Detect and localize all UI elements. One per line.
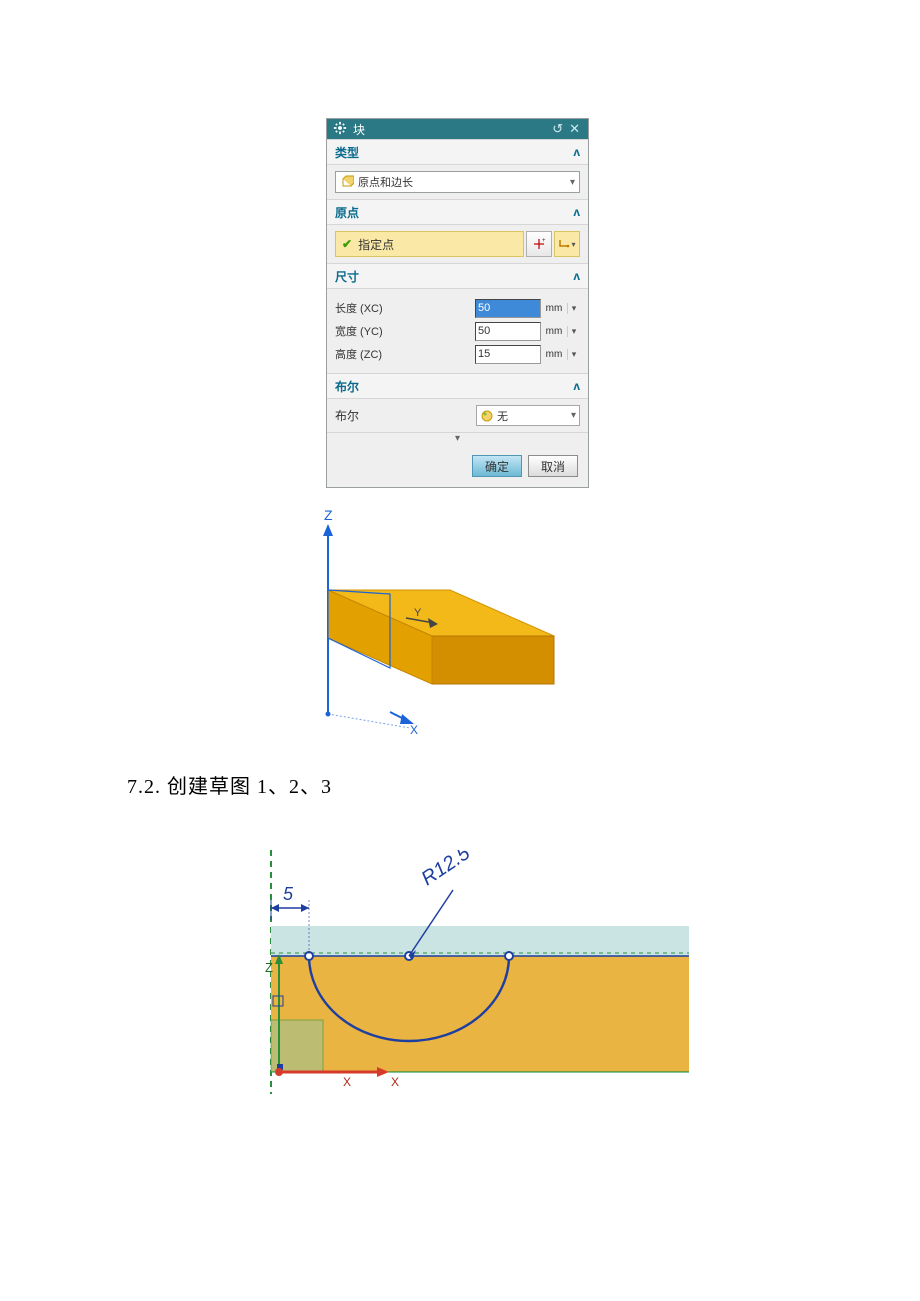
dimension-row: 高度 (ZC) 15 mm ▾	[335, 344, 580, 364]
boolean-value: 无	[497, 408, 571, 424]
radius-dimension: R12.5	[417, 850, 474, 890]
cube-icon	[340, 175, 354, 189]
chevron-up-icon: ʌ	[573, 379, 580, 393]
specify-point-label: 指定点	[358, 236, 394, 253]
type-value: 原点和边长	[358, 174, 570, 190]
dim-length-input[interactable]: 50	[475, 299, 541, 318]
axis-x-label: X	[410, 723, 418, 737]
dimension-row: 长度 (XC) 50 mm ▾	[335, 298, 580, 318]
dim-width-input[interactable]: 50	[475, 322, 541, 341]
section-origin-header[interactable]: 原点 ʌ	[327, 199, 588, 225]
section-boolean-label: 布尔	[335, 378, 359, 395]
section-dims-header[interactable]: 尺寸 ʌ	[327, 263, 588, 289]
dim-width-unit: mm	[541, 326, 567, 337]
chevron-down-icon[interactable]: ▾	[567, 349, 580, 360]
dim-width-label: 宽度 (YC)	[335, 323, 475, 339]
section-boolean-header[interactable]: 布尔 ʌ	[327, 373, 588, 399]
axis-x-label: X	[343, 1075, 351, 1089]
cancel-button[interactable]: 取消	[528, 455, 578, 477]
gear-icon	[333, 121, 349, 137]
dim-height-unit: mm	[541, 349, 567, 360]
specify-point-button[interactable]: ✔ 指定点	[335, 231, 524, 257]
dialog-title: 块	[353, 121, 552, 138]
section-type-header[interactable]: 类型 ʌ	[327, 139, 588, 165]
svg-text:X: X	[391, 1075, 399, 1089]
boolean-dropdown[interactable]: 无 ▾	[476, 405, 580, 426]
chevron-down-icon: ▾	[570, 177, 575, 188]
close-icon[interactable]: ✕	[569, 121, 580, 137]
chevron-up-icon: ʌ	[573, 205, 580, 219]
chevron-down-icon: ▾	[571, 410, 576, 421]
dim-length-label: 长度 (XC)	[335, 300, 475, 316]
none-icon	[480, 409, 494, 423]
chevron-down-icon[interactable]: ▾	[567, 326, 580, 337]
svg-text:+: +	[542, 238, 546, 244]
section-type-label: 类型	[335, 144, 359, 161]
refresh-icon[interactable]: ↺	[552, 121, 563, 137]
linear-dimension: 5	[283, 884, 294, 904]
type-dropdown[interactable]: 原点和边长 ▾	[335, 171, 580, 193]
dim-height-input[interactable]: 15	[475, 345, 541, 364]
block-3d-figure: Z Y X	[310, 506, 566, 740]
axis-z-label: Z	[324, 507, 333, 523]
point-inference-button[interactable]: ▾	[554, 231, 580, 257]
axis-z-label: Z	[265, 960, 273, 975]
point-picker-button[interactable]: +	[526, 231, 552, 257]
boolean-field-label: 布尔	[335, 407, 476, 424]
check-icon: ✔	[342, 237, 352, 251]
section-origin-label: 原点	[335, 204, 359, 221]
chevron-down-icon: ▾	[571, 240, 575, 249]
section-heading: 7.2. 创建草图 1、2、3	[127, 770, 332, 799]
chevron-up-icon: ʌ	[573, 269, 580, 283]
chevron-up-icon: ʌ	[573, 145, 580, 159]
dialog-titlebar[interactable]: 块 ↺ ✕	[327, 119, 588, 139]
dim-height-label: 高度 (ZC)	[335, 346, 475, 362]
axis-y-label: Y	[414, 607, 422, 619]
dim-length-unit: mm	[541, 303, 567, 314]
block-dialog: 块 ↺ ✕ 类型 ʌ 原点和边长 ▾ 原点 ʌ ✔ 指	[326, 118, 589, 488]
section-dims-label: 尺寸	[335, 268, 359, 285]
sketch-figure: R12.5 5 Z X X	[253, 850, 689, 1094]
ok-button[interactable]: 确定	[472, 455, 522, 477]
dimension-row: 宽度 (YC) 50 mm ▾	[335, 321, 580, 341]
more-toggle[interactable]: ▾	[327, 432, 588, 447]
chevron-down-icon[interactable]: ▾	[567, 303, 580, 314]
